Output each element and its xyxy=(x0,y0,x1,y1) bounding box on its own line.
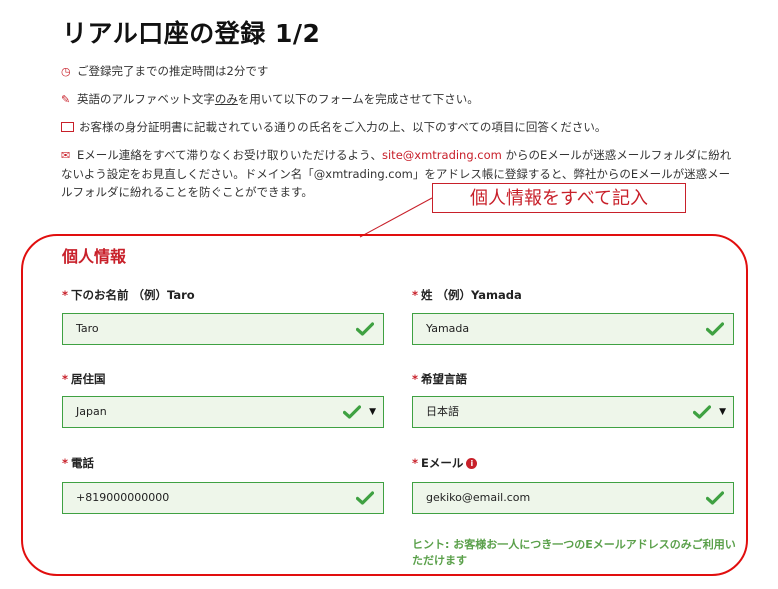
notice-time: ◷ ご登録完了までの推定時間は2分です xyxy=(61,62,268,81)
check-icon xyxy=(356,322,374,336)
email-value: gekiko@email.com xyxy=(426,491,531,504)
check-icon xyxy=(706,322,724,336)
mail-address-link[interactable]: site@xmtrading.com xyxy=(382,148,502,162)
required-mark: * xyxy=(412,456,419,470)
mail-icon: ✉ xyxy=(61,149,71,162)
check-icon xyxy=(706,491,724,505)
notice-id-document: お客様の身分証明書に記載されている通りの氏名をご入力の上、以下のすべての項目に回… xyxy=(61,118,606,136)
page-title: リアル口座の登録 1/2 xyxy=(62,19,321,48)
info-icon[interactable]: i xyxy=(466,458,478,469)
first-name-input[interactable]: Taro xyxy=(62,313,384,345)
notice-id-document-text: お客様の身分証明書に記載されている通りの氏名をご入力の上、以下のすべての項目に回… xyxy=(79,120,607,134)
required-mark: * xyxy=(412,372,419,386)
id-card-icon xyxy=(61,121,74,132)
phone-value: +819000000000 xyxy=(76,491,170,504)
notice-time-text: ご登録完了までの推定時間は2分です xyxy=(77,64,269,78)
notice-alphabet-text-after: を用いて以下のフォームを完成させて下さい。 xyxy=(237,92,479,106)
notice-alphabet-text-before: 英語のアルファベット文字 xyxy=(77,92,215,106)
phone-label-text: 電話 xyxy=(71,456,95,470)
email-label-text: Eメール xyxy=(421,456,464,470)
first-name-value: Taro xyxy=(76,322,99,335)
check-icon xyxy=(356,491,374,505)
pencil-icon: ✎ xyxy=(61,93,71,106)
required-mark: * xyxy=(62,456,69,470)
notice-alphabet-underline: のみ xyxy=(214,92,238,106)
notice-alphabet: ✎ 英語のアルファベット文字のみを用いて以下のフォームを完成させて下さい。 xyxy=(61,90,479,109)
caret-down-icon: ▼ xyxy=(719,407,726,417)
section-title: 個人情報 xyxy=(62,247,127,266)
required-mark: * xyxy=(412,288,419,302)
country-label: * 居住国 xyxy=(62,371,106,387)
language-value: 日本語 xyxy=(426,405,459,418)
language-label-text: 希望言語 xyxy=(421,372,468,386)
last-name-label: * 姓 （例）Yamada xyxy=(412,287,522,303)
email-hint: ヒント: お客様お一人につき一つのEメールアドレスのみご利用いただけます xyxy=(412,538,736,567)
required-mark: * xyxy=(62,372,69,386)
clock-icon: ◷ xyxy=(61,65,71,78)
notice-mail-text-before: Eメール連絡をすべて滞りなくお受け取りいただけるよう、 xyxy=(77,148,382,162)
language-label: * 希望言語 xyxy=(412,371,467,387)
check-icon xyxy=(693,405,711,419)
check-icon xyxy=(343,405,361,419)
phone-input[interactable]: +819000000000 xyxy=(62,482,384,514)
country-label-text: 居住国 xyxy=(71,372,106,386)
last-name-label-text: 姓 （例）Yamada xyxy=(421,288,522,302)
country-select[interactable]: Japan ▼ xyxy=(62,396,384,428)
email-field[interactable]: gekiko@email.com xyxy=(412,482,734,514)
last-name-value: Yamada xyxy=(426,322,470,335)
email-label: * Eメール i xyxy=(412,455,478,471)
first-name-label: * 下のお名前 （例）Taro xyxy=(62,287,195,303)
phone-label: * 電話 xyxy=(62,455,94,471)
first-name-label-text: 下のお名前 （例）Taro xyxy=(71,288,195,302)
caret-down-icon: ▼ xyxy=(369,407,376,417)
language-select[interactable]: 日本語 ▼ xyxy=(412,396,734,428)
annotation-callout: 個人情報をすべて記入 xyxy=(432,183,686,213)
last-name-input[interactable]: Yamada xyxy=(412,313,734,345)
country-value: Japan xyxy=(76,405,107,418)
required-mark: * xyxy=(62,288,69,302)
